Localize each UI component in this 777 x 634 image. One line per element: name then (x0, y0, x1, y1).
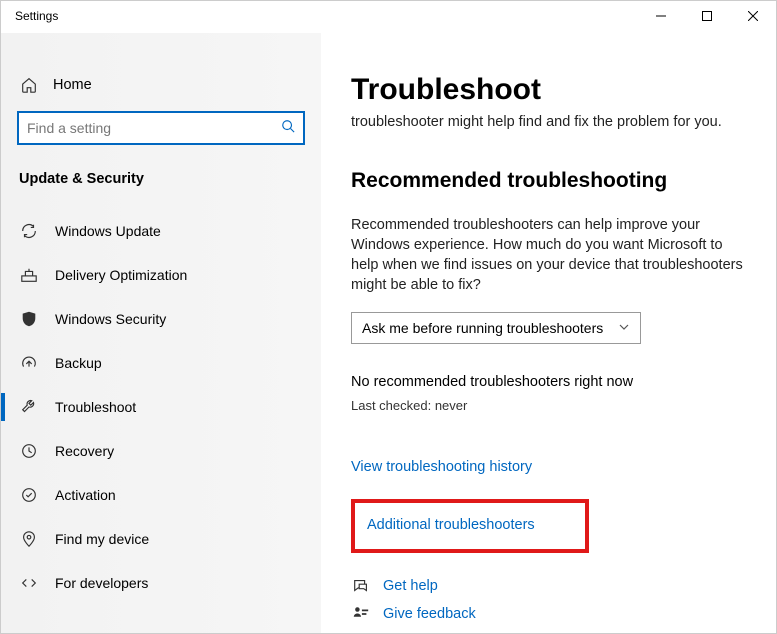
give-feedback-link[interactable]: Give feedback (351, 605, 752, 623)
home-icon (19, 75, 39, 95)
sidebar-item-label: Windows Security (55, 311, 166, 327)
status-text: No recommended troubleshooters right now (351, 374, 752, 390)
main-content: Troubleshoot troubleshooter might help f… (321, 33, 776, 633)
troubleshooting-preference-dropdown[interactable]: Ask me before running troubleshooters (351, 312, 641, 344)
sidebar-item-label: Backup (55, 355, 102, 371)
recommended-heading: Recommended troubleshooting (351, 169, 752, 193)
recommended-description: Recommended troubleshooters can help imp… (351, 215, 752, 296)
get-help-link[interactable]: Get help (351, 577, 752, 595)
page-title: Troubleshoot (351, 73, 752, 107)
sidebar-item-recovery[interactable]: Recovery (1, 429, 321, 473)
location-icon (19, 529, 39, 549)
titlebar: Settings (1, 1, 776, 33)
give-feedback-label: Give feedback (383, 606, 476, 622)
sidebar-home[interactable]: Home (1, 67, 321, 103)
sidebar-item-label: Troubleshoot (55, 399, 136, 415)
sidebar-item-backup[interactable]: Backup (1, 341, 321, 385)
minimize-button[interactable] (638, 1, 684, 31)
search-input[interactable] (27, 120, 281, 136)
search-input-wrap[interactable] (17, 111, 305, 145)
chevron-down-icon (618, 320, 630, 336)
sidebar-item-label: For developers (55, 575, 148, 591)
shield-icon (19, 309, 39, 329)
delivery-icon (19, 265, 39, 285)
additional-troubleshooters-highlight: Additional troubleshooters (351, 499, 589, 553)
close-button[interactable] (730, 1, 776, 31)
sidebar-item-label: Delivery Optimization (55, 267, 187, 283)
get-help-label: Get help (383, 578, 438, 594)
backup-icon (19, 353, 39, 373)
sidebar-item-for-developers[interactable]: For developers (1, 561, 321, 605)
sidebar-item-label: Windows Update (55, 223, 161, 239)
sidebar-item-delivery-optimization[interactable]: Delivery Optimization (1, 253, 321, 297)
recovery-icon (19, 441, 39, 461)
sidebar-category: Update & Security (1, 153, 321, 199)
dropdown-selected: Ask me before running troubleshooters (362, 320, 603, 336)
chat-icon (351, 577, 371, 595)
feedback-icon (351, 605, 371, 623)
code-icon (19, 573, 39, 593)
maximize-button[interactable] (684, 1, 730, 31)
window-title: Settings (1, 1, 58, 23)
search-icon (281, 119, 295, 138)
sidebar-item-activation[interactable]: Activation (1, 473, 321, 517)
sidebar-home-label: Home (53, 77, 92, 93)
check-circle-icon (19, 485, 39, 505)
status-subtext: Last checked: never (351, 398, 752, 413)
wrench-icon (19, 397, 39, 417)
sidebar: Home Update & Security Windows Update (1, 33, 321, 633)
sidebar-item-label: Find my device (55, 531, 149, 547)
sidebar-item-find-my-device[interactable]: Find my device (1, 517, 321, 561)
sidebar-item-troubleshoot[interactable]: Troubleshoot (1, 385, 321, 429)
sidebar-item-label: Recovery (55, 443, 114, 459)
view-history-link[interactable]: View troubleshooting history (351, 459, 752, 475)
sidebar-item-label: Activation (55, 487, 116, 503)
sync-icon (19, 221, 39, 241)
intro-text: troubleshooter might help find and fix t… (351, 113, 752, 133)
additional-troubleshooters-link[interactable]: Additional troubleshooters (367, 517, 585, 533)
sidebar-item-windows-update[interactable]: Windows Update (1, 209, 321, 253)
sidebar-item-windows-security[interactable]: Windows Security (1, 297, 321, 341)
